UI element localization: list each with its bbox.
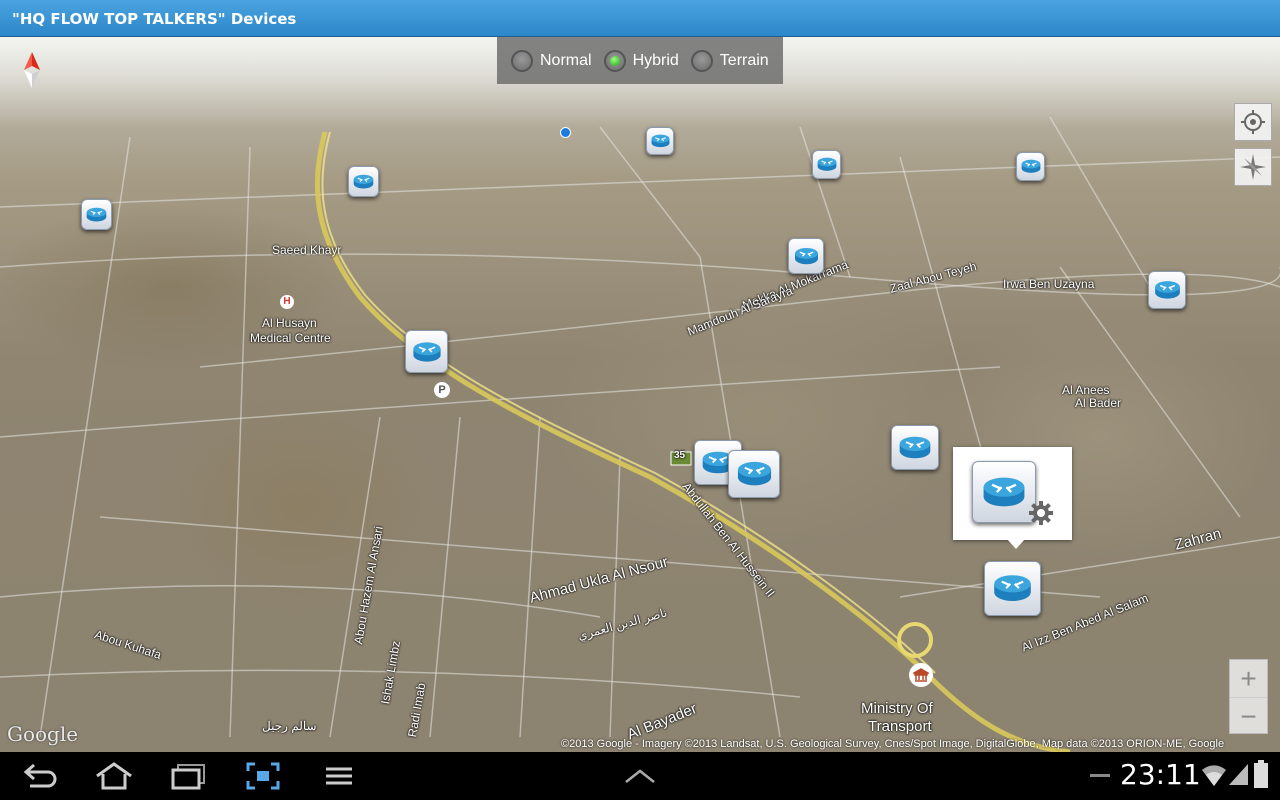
- device-marker[interactable]: [348, 166, 379, 197]
- router-icon: [1021, 159, 1040, 174]
- road-shield: 35: [674, 450, 686, 461]
- home-icon[interactable]: [94, 762, 134, 790]
- map-attribution: ©2013 Google - Imagery ©2013 Landsat, U.…: [561, 738, 1225, 750]
- status-clock: 23:11: [1120, 758, 1201, 791]
- device-marker-selected[interactable]: [984, 561, 1041, 616]
- compass-icon[interactable]: [20, 52, 44, 93]
- map-label: Transport: [868, 718, 932, 735]
- map-label: Al Anees: [1062, 383, 1110, 397]
- title-bar: "HQ FLOW TOP TALKERS" Devices: [0, 0, 1280, 37]
- current-location-dot: [560, 127, 571, 138]
- router-icon: [983, 477, 1025, 507]
- map-type-label: Normal: [540, 51, 592, 69]
- device-marker[interactable]: [812, 150, 841, 179]
- app-title: "HQ FLOW TOP TALKERS" Devices: [12, 10, 297, 28]
- landmark-icon: [909, 663, 933, 687]
- map-type-normal[interactable]: Normal: [511, 49, 592, 72]
- router-icon: [794, 247, 818, 265]
- map-type-label: Terrain: [719, 51, 769, 69]
- map-label: Saeed Khayr: [272, 243, 342, 257]
- map-type-label: Hybrid: [632, 51, 679, 69]
- router-icon: [412, 341, 441, 362]
- router-icon: [899, 436, 931, 459]
- device-marker[interactable]: [1016, 152, 1045, 181]
- map-type-hybrid[interactable]: Hybrid: [603, 49, 679, 72]
- google-logo: Google: [7, 722, 79, 746]
- zoom-control: + −: [1229, 659, 1268, 734]
- device-marker[interactable]: [81, 199, 112, 230]
- my-location-icon: [1241, 110, 1265, 134]
- chevron-up-icon[interactable]: [624, 768, 656, 784]
- zoom-out-button[interactable]: −: [1230, 697, 1267, 735]
- hospital-icon: H: [280, 295, 294, 309]
- gear-icon[interactable]: [1027, 499, 1055, 527]
- compass-rose-icon: [1240, 154, 1266, 180]
- device-callout[interactable]: [953, 447, 1072, 549]
- battery-icon: [1254, 760, 1268, 788]
- notification-dash-icon: [1090, 774, 1110, 777]
- radio-normal[interactable]: [511, 49, 533, 72]
- map-label: Irwa Ben Uzayna: [1003, 277, 1095, 291]
- map-label: Al Bader: [1075, 396, 1122, 410]
- router-icon: [1154, 281, 1180, 299]
- device-marker[interactable]: [1148, 271, 1186, 309]
- parking-icon: P: [434, 382, 450, 398]
- router-icon: [651, 134, 669, 148]
- map-label: Medical Centre: [250, 331, 331, 345]
- recent-apps-icon[interactable]: [170, 762, 208, 790]
- map-type-terrain[interactable]: Terrain: [690, 49, 769, 72]
- device-marker[interactable]: [405, 330, 448, 373]
- map-label: Al Husayn: [262, 316, 317, 330]
- radio-terrain[interactable]: [690, 49, 713, 72]
- map-type-selector: Normal Hybrid Terrain: [497, 37, 783, 84]
- device-marker[interactable]: [646, 127, 674, 155]
- router-icon: [86, 207, 107, 222]
- rotate-button[interactable]: [1234, 148, 1272, 186]
- map-label: Ministry Of: [861, 700, 933, 717]
- map-label: سالم رجيل: [262, 719, 317, 733]
- router-icon: [737, 462, 771, 486]
- signal-icon: [1229, 764, 1248, 785]
- device-marker[interactable]: [728, 450, 780, 498]
- device-marker[interactable]: [891, 425, 939, 470]
- radio-hybrid[interactable]: [603, 49, 626, 72]
- wifi-icon: [1202, 765, 1226, 786]
- my-location-button[interactable]: [1234, 103, 1272, 141]
- map-view[interactable]: Saeed Khayr H Al Husayn Medical Centre P…: [0, 37, 1280, 752]
- back-icon[interactable]: [22, 762, 58, 790]
- router-icon: [994, 575, 1031, 602]
- screenshot-icon[interactable]: [246, 762, 280, 790]
- router-icon: [353, 174, 374, 189]
- zoom-in-button[interactable]: +: [1230, 660, 1267, 697]
- device-marker[interactable]: [788, 238, 824, 274]
- router-icon: [817, 157, 836, 172]
- menu-icon[interactable]: [324, 762, 354, 790]
- system-navigation-bar: [0, 752, 1280, 800]
